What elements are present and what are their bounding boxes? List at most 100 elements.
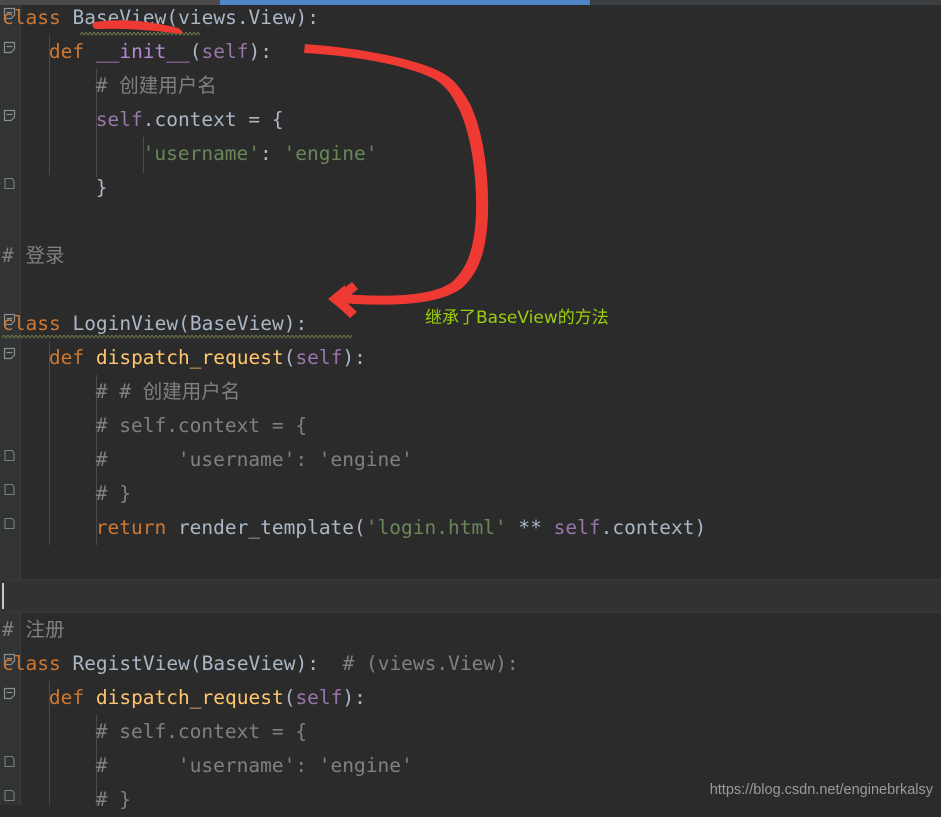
breadcrumb-segment-left [0,0,220,5]
code-line-4[interactable]: 'username': 'engine' [0,137,941,171]
code-line-0[interactable]: class BaseView(views.View): [0,1,941,35]
token-cmt: # 创建用户名 [95,74,217,97]
code-line-content: class RegistView(BaseView): # (views.Vie… [0,652,519,675]
code-line-content: # self.context = { [0,720,307,743]
token-cmt: # } [95,788,131,811]
token-self: self [295,686,343,709]
code-line-content: class BaseView(views.View): [0,6,319,29]
token-pln: ( [283,346,296,369]
breadcrumb-scroll-strip[interactable] [0,0,941,5]
code-line-2[interactable]: # 创建用户名 [0,69,941,103]
token-cmt: # self.context = { [95,414,308,437]
token-str: 'username' [142,142,261,165]
token-kw: def [48,40,96,63]
token-pln: } [95,176,108,199]
token-kw: def [48,686,96,709]
token-kw: class [2,6,73,29]
token-str: 'engine' [283,142,378,165]
token-kw: def [48,346,96,369]
token-cmt: # 注册 [2,618,65,641]
code-line-15[interactable]: return render_template('login.html' ** s… [0,511,941,545]
watermark-url: https://blog.csdn.net/enginebrkalsy [709,782,933,798]
token-cls: BaseView [72,6,167,29]
spell-underline-loginview [2,335,352,339]
breadcrumb-segment-right [590,0,941,5]
code-line-12[interactable]: # self.context = { [0,409,941,443]
code-line-6[interactable] [0,205,941,239]
code-line-content: # 'username': 'engine' [0,448,413,471]
code-line-13[interactable]: # 'username': 'engine' [0,443,941,477]
code-line-19[interactable]: class RegistView(BaseView): # (views.Vie… [0,647,941,681]
code-line-content: # # 创建用户名 [0,380,240,403]
code-line-22[interactable]: # 'username': 'engine' [0,749,941,783]
code-line-content: # 创建用户名 [0,74,217,97]
token-pln: (views.View): [166,6,319,29]
token-pln: ): [342,346,366,369]
code-line-7[interactable]: # 登录 [0,239,941,273]
code-line-10[interactable]: def dispatch_request(self): [0,341,941,375]
token-pln: ( [189,40,202,63]
token-cmt: # # 创建用户名 [95,380,241,403]
token-pln: ( [283,686,296,709]
code-line-content: # 登录 [0,244,64,267]
spell-underline-baseview [80,32,200,36]
token-cls: LoginView [72,312,179,335]
code-line-5[interactable]: } [0,171,941,205]
token-cmt: # } [95,482,131,505]
code-line-21[interactable]: # self.context = { [0,715,941,749]
token-kw: class [2,652,73,675]
code-line-content [0,550,2,573]
code-line-8[interactable] [0,273,941,307]
code-line-content: } [0,176,108,199]
code-line-content: def __init__(self): [0,40,272,63]
code-line-content: def dispatch_request(self): [0,346,366,369]
code-line-16[interactable] [0,545,941,579]
token-fn: dispatch_request [95,686,284,709]
token-dund: __init__ [95,40,190,63]
code-line-17[interactable] [0,579,941,613]
token-pln: .context) [600,516,707,539]
token-pln: : [260,142,284,165]
code-line-content: self.context = { [0,108,284,131]
code-line-content: # 'username': 'engine' [0,754,413,777]
code-line-content: # 注册 [0,618,64,641]
token-self: self [95,108,143,131]
token-fn: dispatch_request [95,346,284,369]
code-line-content [0,210,2,233]
token-pln: ** [506,516,554,539]
code-editor-pane[interactable]: class BaseView(views.View): def __init__(… [0,5,941,811]
code-line-content: return render_template('login.html' ** s… [0,516,707,539]
token-kw: return [95,516,178,539]
token-self: self [553,516,601,539]
token-str: 'login.html' [365,516,507,539]
token-cmt: # self.context = { [95,720,308,743]
token-kw: class [2,312,73,335]
token-pln: ): [342,686,366,709]
token-pln: ): [248,40,272,63]
token-cmt: # 'username': 'engine' [95,754,413,777]
code-line-content [0,278,2,301]
code-line-content [0,584,2,607]
token-self: self [295,346,343,369]
code-line-18[interactable]: # 注册 [0,613,941,647]
token-pln: render_template( [177,516,366,539]
token-cmt: # 'username': 'engine' [95,448,413,471]
code-line-11[interactable]: # # 创建用户名 [0,375,941,409]
token-pln: (BaseView): [178,312,308,335]
code-line-content: # } [0,482,131,505]
code-line-content: class LoginView(BaseView): [0,312,307,335]
token-self: self [201,40,249,63]
token-cls: RegistView [72,652,190,675]
code-line-1[interactable]: def __init__(self): [0,35,941,69]
horizontal-scrollbar-thumb[interactable] [220,0,590,5]
token-cmt: # (views.View): [342,652,519,675]
code-line-content: 'username': 'engine' [0,142,378,165]
token-cmt: # 登录 [2,244,65,267]
token-pln: .context = { [142,108,284,131]
code-line-content: def dispatch_request(self): [0,686,366,709]
code-line-content: # self.context = { [0,414,307,437]
token-pln: (BaseView): [189,652,343,675]
code-line-20[interactable]: def dispatch_request(self): [0,681,941,715]
code-line-3[interactable]: self.context = { [0,103,941,137]
code-line-14[interactable]: # } [0,477,941,511]
